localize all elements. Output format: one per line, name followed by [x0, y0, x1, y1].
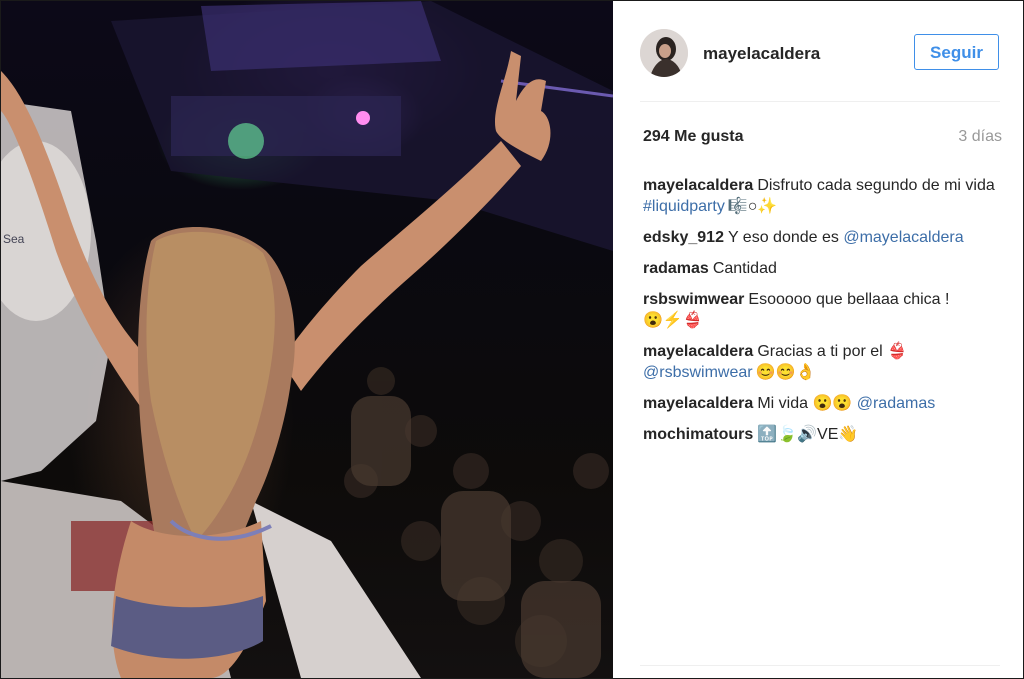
instagram-post-window: Sea mayelacaldera Seguir 294 Me gusta 3 …: [0, 0, 1024, 679]
mention-link[interactable]: @radamas: [857, 395, 936, 412]
post-age[interactable]: 3 días: [958, 128, 1002, 146]
comment-username[interactable]: edsky_912: [643, 229, 724, 246]
comment-text: Disfruto cada segundo de mi vida: [757, 177, 995, 194]
header-divider: [640, 101, 1000, 102]
comment-text: Mi vida 😮😮: [757, 395, 857, 412]
list-item: edsky_912 Y eso donde es @mayelacaldera: [643, 227, 998, 248]
comment-username[interactable]: mayelacaldera: [643, 343, 753, 360]
list-item: radamas Cantidad: [643, 258, 998, 279]
avatar-photo: [640, 29, 688, 77]
boat-lettering: Sea: [3, 232, 25, 246]
list-item: mochimatours 🔝🍃🔊VE👋: [643, 424, 998, 445]
list-item: mayelacaldera Disfruto cada segundo de mi…: [643, 175, 998, 217]
comment-username[interactable]: mochimatours: [643, 426, 753, 443]
comment-username[interactable]: radamas: [643, 260, 709, 277]
comment-username[interactable]: mayelacaldera: [643, 177, 753, 194]
follow-button[interactable]: Seguir: [914, 34, 999, 70]
post-header: mayelacaldera Seguir: [614, 1, 1023, 101]
hashtag-link[interactable]: #liquidparty: [643, 198, 725, 215]
list-item: mayelacaldera Mi vida 😮😮 @radamas: [643, 393, 998, 414]
footer-divider: [640, 665, 1000, 666]
likes-count[interactable]: 294 Me gusta: [643, 128, 743, 146]
emoji-text: 😊😊👌: [755, 364, 816, 381]
post-photo[interactable]: Sea: [1, 1, 613, 678]
mention-link[interactable]: @mayelacaldera: [843, 229, 963, 246]
avatar[interactable]: [640, 29, 688, 77]
comment-username[interactable]: mayelacaldera: [643, 395, 753, 412]
list-item: rsbswimwear Esooooo que bellaaa chica ! 😮⚡…: [643, 289, 998, 331]
comment-text: Cantidad: [712, 260, 777, 277]
post-stats: 294 Me gusta 3 días: [643, 128, 1002, 150]
party-boat-illustration: Sea: [1, 1, 613, 678]
comment-text: Gracias a ti por el 👙: [757, 343, 908, 360]
emoji-text: 🎼○✨: [727, 198, 778, 215]
comment-text: Esooooo que bellaaa chica !: [748, 291, 950, 308]
list-item: mayelacaldera Gracias a ti por el 👙 @rsbs…: [643, 341, 998, 383]
emoji-text: 😮⚡👙: [643, 312, 703, 329]
mention-link[interactable]: @rsbswimwear: [643, 364, 753, 381]
comment-text: Y eso donde es: [727, 229, 844, 246]
comment-username[interactable]: rsbswimwear: [643, 291, 744, 308]
emoji-text: 🔝🍃🔊VE👋: [757, 426, 859, 443]
post-sidebar: mayelacaldera Seguir 294 Me gusta 3 días…: [614, 1, 1023, 678]
post-author-username[interactable]: mayelacaldera: [703, 44, 820, 64]
comment-list: mayelacaldera Disfruto cada segundo de mi…: [643, 175, 998, 455]
